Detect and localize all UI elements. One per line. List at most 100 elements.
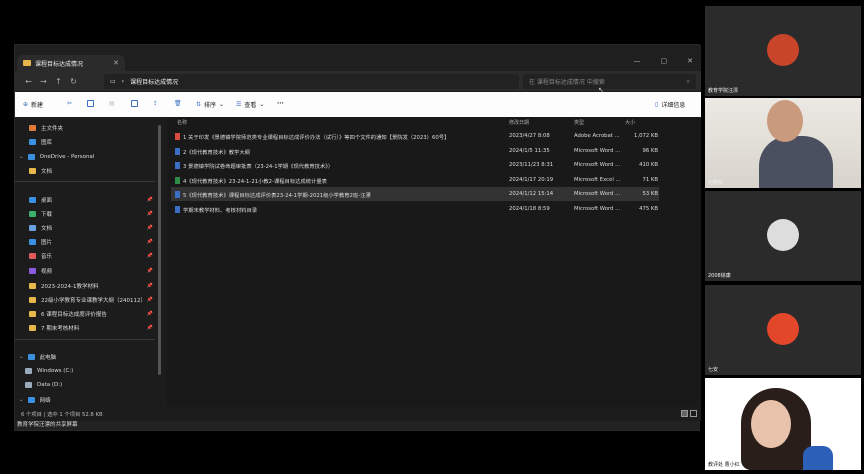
sort-icon: ⇅ (196, 101, 202, 108)
copy-icon[interactable] (87, 100, 94, 107)
navigation-scrollbar[interactable] (158, 125, 161, 375)
participant-tile[interactable]: 七安 (705, 285, 861, 375)
sidebar-item-label: 图库 (41, 139, 53, 146)
cut-icon[interactable]: ✂ (67, 100, 72, 107)
refresh-icon[interactable]: ↻ (66, 77, 81, 86)
pin-icon: 📌 (146, 310, 153, 317)
details-view-icon[interactable] (681, 410, 688, 417)
sidebar-item-label: 主文件夹 (41, 125, 64, 132)
details-label: 详细信息 (661, 102, 686, 109)
status-text: 6 个项目 | 选中 1 个项目 52.8 KB (21, 412, 103, 418)
avatar (767, 219, 799, 251)
sidebar-item[interactable]: ⌄ 网络 (15, 393, 159, 406)
delete-icon[interactable]: 🗑 (174, 100, 182, 107)
maximize-icon[interactable]: ▢ (661, 57, 668, 65)
back-icon[interactable]: ← (21, 77, 36, 86)
participant-tile[interactable]: 2008徐康 (705, 191, 861, 281)
sidebar-item[interactable]: 文档 (15, 164, 159, 177)
chevron-right-icon: › (121, 78, 125, 85)
participant-name: 教评处 曹小红 (708, 462, 740, 468)
shared-screen: 课程目标达成情况 ✕ — ▢ ✕ ← → ↑ ↻ ▭ › 课程目标达成情况 在 … (14, 44, 701, 431)
chevron-down-icon[interactable]: ⌄ (19, 397, 24, 403)
file-row[interactable]: 3 景德镇学院试卷命题审批表（23-24-1学期《现代教育技术》） 2023/11… (171, 158, 659, 172)
forward-icon[interactable]: → (36, 77, 51, 86)
sidebar-item[interactable]: 桌面 📌 (15, 193, 159, 206)
column-size[interactable]: 大小 (625, 119, 635, 126)
file-row[interactable]: 1 关于印发《景德镇学院师范类专业课程目标达成评价办法（试行）》等四个文件的通知… (171, 129, 659, 143)
sidebar-item[interactable]: 22级小学教育专业课教学大纲（240112） 📌 (15, 293, 159, 306)
file-type: Microsoft Word ... (574, 147, 621, 154)
avatar (767, 313, 799, 345)
pin-icon: 📌 (146, 324, 153, 331)
sidebar-item[interactable]: 下载 📌 (15, 207, 159, 220)
new-button[interactable]: ⊕ 新建 (23, 100, 43, 109)
up-icon[interactable]: ↑ (51, 77, 66, 86)
file-type: Microsoft Word ... (574, 191, 621, 198)
computer-icon (27, 353, 35, 360)
search-input[interactable]: 在 课程目标达成情况 中搜索 ⌕ (523, 74, 696, 89)
participant-name: 七安 (708, 367, 719, 373)
sidebar-item-label: 桌面 (41, 197, 53, 204)
close-icon[interactable]: ✕ (687, 57, 693, 65)
folder-icon (29, 167, 36, 174)
share-icon[interactable]: ⇪ (153, 100, 158, 107)
tab-title: 课程目标达成情况 (35, 60, 84, 68)
minimize-icon[interactable]: — (634, 57, 641, 65)
title-bar: 课程目标达成情况 ✕ — ▢ ✕ (15, 45, 701, 71)
rename-icon[interactable] (131, 100, 138, 107)
clothing (803, 446, 833, 470)
sidebar-item[interactable]: 主文件夹 (15, 121, 159, 134)
sidebar-item[interactable]: Windows (C:) (15, 364, 159, 377)
gallery-icon (29, 138, 36, 145)
sidebar-item-label: Windows (C:) (37, 367, 74, 374)
column-type[interactable]: 类型 (574, 119, 584, 126)
file-name: 3 景德镇学院试卷命题审批表（23-24-1学期《现代教育技术》） (183, 164, 334, 171)
file-row[interactable]: 2《现代教育技术》教学大纲 2024/1/5 11:35 Microsoft Wor… (171, 144, 659, 158)
file-type: Microsoft Excel ... (574, 176, 621, 183)
file-size: 1,072 KB (634, 133, 658, 139)
sidebar-item[interactable]: 文档 📌 (15, 221, 159, 234)
chevron-down-icon[interactable]: ⌄ (19, 154, 24, 160)
address-field[interactable]: ▭ › 课程目标达成情况 (104, 74, 519, 89)
tab-explorer[interactable]: 课程目标达成情况 ✕ (17, 55, 125, 71)
sort-button[interactable]: ⇅ 排序 ⌄ (196, 100, 224, 109)
sidebar-item[interactable]: 6 课程目标达成度评价报告 📌 (15, 307, 159, 320)
sidebar-item-label: 7 期末考核材料 (41, 325, 80, 332)
sidebar-item[interactable]: 2023-2024-1教学材料 📌 (15, 279, 159, 292)
close-tab-icon[interactable]: ✕ (113, 59, 119, 67)
more-button[interactable]: ··· (277, 100, 284, 107)
sidebar-item[interactable]: Data (D:) (15, 378, 159, 391)
file-row[interactable]: 4《现代教育技术》23-24-1-21小教2-课程目标达成统计量表 2024/1/… (171, 173, 659, 187)
sidebar-item-label: 图片 (41, 239, 53, 246)
file-size: 475 KB (639, 206, 658, 212)
participant-tile[interactable]: 教育学院汪漂 (705, 6, 861, 96)
view-button[interactable]: ☰ 查看 ⌄ (236, 100, 264, 109)
sidebar-item[interactable]: 图片 📌 (15, 235, 159, 248)
sidebar-item-label: 文档 (41, 168, 53, 175)
sidebar-item[interactable]: ⌄ OneDrive - Personal (15, 150, 159, 163)
participant-name: 何春松 (708, 180, 724, 186)
participant-tile[interactable]: 教评处 曹小红 (705, 378, 861, 470)
sidebar-item[interactable]: ⌄ 此电脑 (15, 350, 159, 363)
word-icon (175, 206, 180, 213)
details-button[interactable]: ▯ 详细信息 (655, 100, 685, 109)
file-type: Microsoft Word ... (574, 162, 621, 169)
picture-icon (29, 238, 36, 245)
participant-tile[interactable]: 何春松 (705, 98, 861, 188)
paste-icon[interactable]: ▤ (109, 100, 115, 107)
file-row[interactable]: 学期末教学材料、考核材料目录 2024/1/18 8:59 Microsoft Wo… (171, 202, 659, 216)
column-modified[interactable]: 修改日期 (509, 119, 529, 126)
sidebar-item-label: Data (D:) (37, 381, 63, 388)
file-row[interactable]: 5《现代教育技术》课程目标达成评价表23-24-1学期-2021级小学教育2班-… (171, 187, 659, 202)
tiles-view-icon[interactable] (690, 410, 697, 417)
sidebar-item[interactable]: 图库 (15, 135, 159, 148)
sidebar-item[interactable]: 音乐 📌 (15, 249, 159, 262)
folder-icon (29, 296, 36, 303)
sidebar-item[interactable]: 视频 📌 (15, 264, 159, 277)
monitor-icon: ▭ (110, 78, 116, 85)
mouse-cursor-icon: ↖ (598, 86, 604, 94)
file-type: Microsoft Word ... (574, 206, 621, 212)
sidebar-item[interactable]: 7 期末考核材料 📌 (15, 321, 159, 334)
column-name[interactable]: 名称 (177, 119, 187, 126)
chevron-down-icon[interactable]: ⌄ (19, 354, 24, 360)
